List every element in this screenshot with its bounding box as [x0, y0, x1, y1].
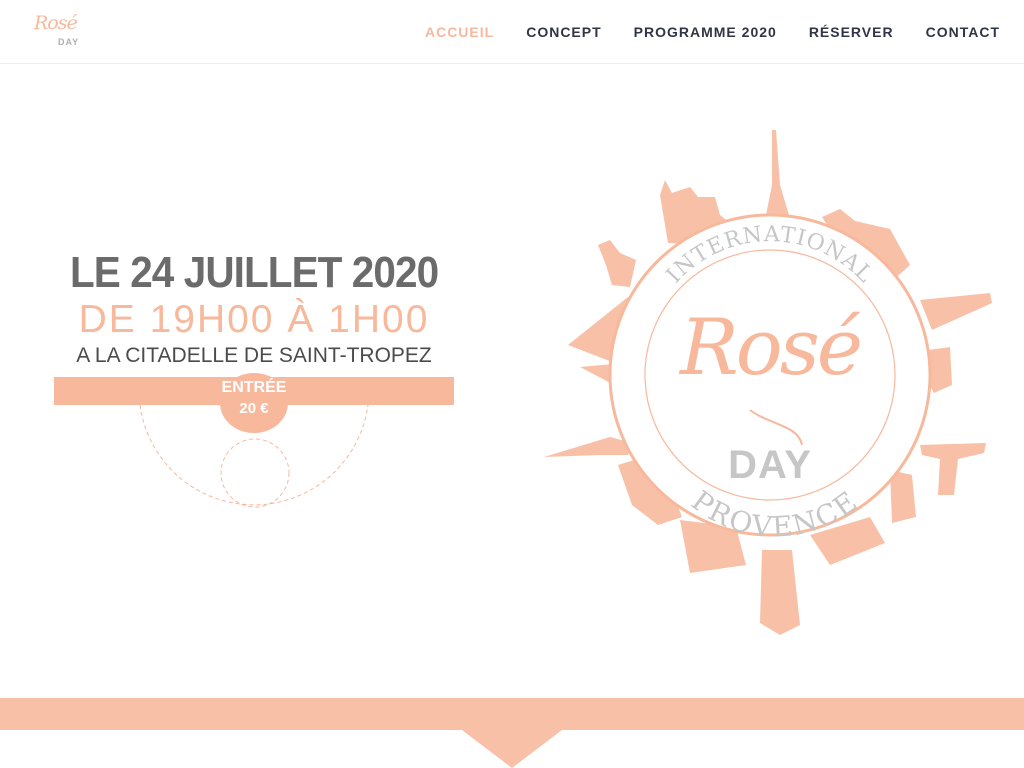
logo-script: Rosé — [34, 12, 78, 34]
bottom-band — [0, 698, 1024, 730]
nav-item-contact[interactable]: CONTACT — [926, 22, 1000, 42]
event-place: A LA CITADELLE DE SAINT-TROPEZ — [76, 344, 432, 367]
nav-item-concept[interactable]: CONCEPT — [526, 22, 601, 42]
logo-day: DAY — [58, 37, 80, 47]
nav-item-programme-2020[interactable]: PROGRAMME 2020 — [634, 22, 777, 42]
emblem-day: DAY — [728, 443, 812, 487]
rose-day-emblem: INTERNATIONAL PROVENCE Rosé DAY — [540, 125, 1000, 645]
emblem-script: Rosé — [680, 303, 863, 393]
site-header: Rosé DAY ACCUEIL CONCEPT PROGRAMME 2020 … — [0, 0, 1024, 64]
scroll-down-arrow[interactable] — [462, 730, 562, 768]
entry-badge: ENTRÉE 20 € — [218, 373, 290, 433]
entry-price: 20 € — [239, 400, 269, 417]
event-info: LE 24 JUILLET 2020 DE 19H00 À 1H00 A LA … — [54, 248, 454, 433]
nav-item-accueil[interactable]: ACCUEIL — [425, 22, 494, 42]
event-time: DE 19H00 À 1H00 — [78, 298, 430, 341]
entry-label: ENTRÉE — [221, 379, 287, 396]
logo[interactable]: Rosé DAY — [22, 12, 84, 52]
event-date: LE 24 JUILLET 2020 — [70, 248, 439, 297]
nav-item-reserver[interactable]: RÉSERVER — [809, 22, 894, 42]
main-nav: ACCUEIL CONCEPT PROGRAMME 2020 RÉSERVER … — [425, 22, 1000, 42]
